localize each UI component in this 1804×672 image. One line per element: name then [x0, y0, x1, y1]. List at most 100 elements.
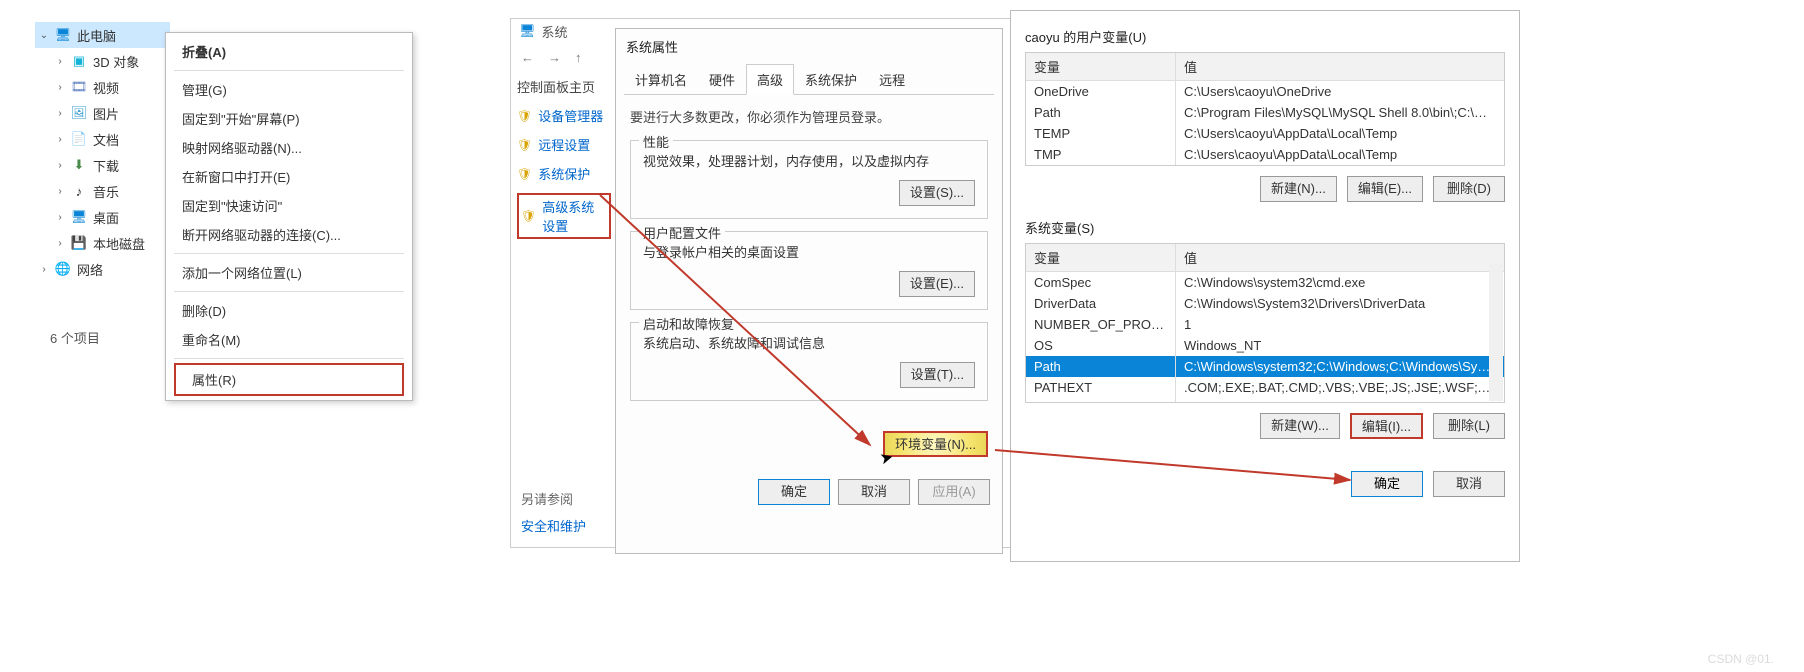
shield-icon: 🛡 — [517, 109, 532, 123]
menu-item[interactable]: 管理(G) — [166, 75, 412, 104]
sys-vars-header: 系统变量(S) — [1025, 218, 1505, 237]
menu-item[interactable]: 断开网络驱动器的连接(C)... — [166, 220, 412, 249]
back-icon[interactable]: ← — [521, 50, 534, 65]
system-link[interactable]: 🛡系统保护 — [517, 164, 611, 183]
system-link[interactable]: 🛡高级系统设置 — [517, 193, 611, 239]
tab-1[interactable]: 硬件 — [698, 64, 746, 95]
tree-item-pc[interactable]: ⌄🖥此电脑 — [35, 22, 170, 48]
admin-note: 要进行大多数更改，你必须作为管理员登录。 — [630, 107, 988, 126]
menu-item[interactable]: 删除(D) — [166, 296, 412, 325]
col-variable: 变量 — [1026, 53, 1176, 80]
vid-icon: 🎞 — [71, 79, 87, 95]
sysprop-apply-button[interactable]: 应用(A) — [918, 479, 990, 505]
tree-label: 网络 — [77, 260, 103, 279]
menu-item[interactable]: 映射网络驱动器(N)... — [166, 133, 412, 162]
desk-icon: 🖥 — [71, 209, 87, 225]
col-value: 值 — [1176, 53, 1504, 80]
system-link[interactable]: 🛡设备管理器 — [517, 106, 611, 125]
user-vars-header: caoyu 的用户变量(U) — [1025, 27, 1505, 46]
user-new-button[interactable]: 新建(N)... — [1260, 176, 1337, 202]
user-edit-button[interactable]: 编辑(E)... — [1347, 176, 1423, 202]
tree-item-mus[interactable]: ›♪音乐 — [35, 178, 170, 204]
var-row[interactable]: PathC:\Program Files\MySQL\MySQL Shell 8… — [1026, 102, 1504, 123]
pc-icon: 🖥 — [519, 23, 536, 39]
chevron-icon[interactable]: › — [55, 56, 65, 67]
up-icon[interactable]: ↑ — [575, 50, 582, 65]
chevron-icon[interactable]: › — [55, 160, 65, 171]
forward-icon[interactable]: → — [548, 50, 561, 65]
3d-icon: ▣ — [71, 53, 87, 69]
chevron-icon[interactable]: › — [55, 238, 65, 249]
tree-item-disk[interactable]: ›💾本地磁盘 — [35, 230, 170, 256]
settings-button[interactable]: 设置(S)... — [899, 180, 975, 206]
group-desc: 视觉效果，处理器计划，内存使用，以及虚拟内存 — [643, 151, 975, 170]
security-maintenance-link[interactable]: 安全和维护 — [521, 516, 586, 535]
system-window-title: 系统 — [542, 22, 568, 41]
var-row[interactable]: PATHEXT.COM;.EXE;.BAT;.CMD;.VBS;.VBE;.JS… — [1026, 377, 1504, 398]
mus-icon: ♪ — [71, 183, 87, 199]
tree-label: 此电脑 — [77, 26, 116, 45]
user-delete-button[interactable]: 删除(D) — [1433, 176, 1505, 202]
menu-item[interactable]: 属性(R) — [174, 363, 404, 396]
sys-new-button[interactable]: 新建(W)... — [1260, 413, 1340, 439]
sys-delete-button[interactable]: 删除(L) — [1433, 413, 1505, 439]
col-value: 值 — [1176, 244, 1504, 271]
tree-item-net[interactable]: ›🌐网络 — [35, 256, 170, 282]
menu-item[interactable]: 在新窗口中打开(E) — [166, 162, 412, 191]
menu-item[interactable]: 添加一个网络位置(L) — [166, 258, 412, 287]
tab-4[interactable]: 远程 — [868, 64, 916, 95]
settings-button[interactable]: 设置(T)... — [900, 362, 975, 388]
scrollbar[interactable] — [1489, 264, 1503, 401]
user-vars-grid[interactable]: 变量值 OneDriveC:\Users\caoyu\OneDrivePathC… — [1025, 52, 1505, 166]
env-ok-button[interactable]: 确定 — [1351, 471, 1423, 497]
var-row[interactable]: OneDriveC:\Users\caoyu\OneDrive — [1026, 81, 1504, 102]
var-row[interactable]: TEMPC:\Users\caoyu\AppData\Local\Temp — [1026, 123, 1504, 144]
env-cancel-button[interactable]: 取消 — [1433, 471, 1505, 497]
sys-edit-button[interactable]: 编辑(I)... — [1350, 413, 1423, 439]
var-row[interactable]: OSWindows_NT — [1026, 335, 1504, 356]
tree-item-dl[interactable]: ›⬇下载 — [35, 152, 170, 178]
group-性能: 性能视觉效果，处理器计划，内存使用，以及虚拟内存设置(S)... — [630, 140, 988, 219]
var-row[interactable]: NUMBER_OF_PROCESSORS1 — [1026, 314, 1504, 335]
menu-item[interactable]: 重命名(M) — [166, 325, 412, 354]
chevron-icon[interactable]: › — [55, 212, 65, 223]
col-variable: 变量 — [1026, 244, 1176, 271]
chevron-icon[interactable]: › — [39, 264, 49, 275]
sys-vars-grid[interactable]: 变量值 ComSpecC:\Windows\system32\cmd.exeDr… — [1025, 243, 1505, 403]
var-row[interactable]: TMPC:\Users\caoyu\AppData\Local\Temp — [1026, 144, 1504, 165]
tree-item-vid[interactable]: ›🎞视频 — [35, 74, 170, 100]
tree-item-pic[interactable]: ›🖼图片 — [35, 100, 170, 126]
menu-item[interactable]: 固定到"开始"屏幕(P) — [166, 104, 412, 133]
system-link[interactable]: 🛡远程设置 — [517, 135, 611, 154]
tree-label: 本地磁盘 — [93, 234, 145, 253]
chevron-icon[interactable]: › — [55, 82, 65, 93]
var-row[interactable]: DriverDataC:\Windows\System32\Drivers\Dr… — [1026, 293, 1504, 314]
env-variables-dialog: caoyu 的用户变量(U) 变量值 OneDriveC:\Users\caoy… — [1010, 10, 1520, 562]
tab-3[interactable]: 系统保护 — [794, 64, 868, 95]
tab-0[interactable]: 计算机名 — [624, 64, 698, 95]
environment-variables-button[interactable]: 环境变量(N)... — [883, 431, 988, 457]
tab-2[interactable]: 高级 — [746, 64, 794, 95]
tree-label: 文档 — [93, 130, 119, 149]
group-desc: 系统启动、系统故障和调试信息 — [643, 333, 975, 352]
explorer-status: 6 个项目 — [50, 328, 100, 347]
tree-item-3d[interactable]: ›▣3D 对象 — [35, 48, 170, 74]
sysprop-title: 系统属性 — [616, 29, 1002, 64]
tree-item-doc[interactable]: ›📄文档 — [35, 126, 170, 152]
tree-label: 桌面 — [93, 208, 119, 227]
tree-item-desk[interactable]: › 🖥 桌面 — [35, 204, 170, 230]
sysprop-ok-button[interactable]: 确定 — [758, 479, 830, 505]
var-row[interactable]: ComSpecC:\Windows\system32\cmd.exe — [1026, 272, 1504, 293]
menu-item[interactable]: 固定到"快速访问" — [166, 191, 412, 220]
var-row[interactable]: PROCESSOR_ARCHITECT...AMD64 — [1026, 398, 1504, 403]
sysprop-cancel-button[interactable]: 取消 — [838, 479, 910, 505]
chevron-icon[interactable]: › — [55, 134, 65, 145]
shield-icon: 🛡 — [521, 209, 536, 223]
chevron-icon[interactable]: › — [55, 108, 65, 119]
chevron-icon[interactable]: › — [55, 186, 65, 197]
menu-item[interactable]: 折叠(A) — [166, 37, 412, 66]
settings-button[interactable]: 设置(E)... — [899, 271, 975, 297]
var-row[interactable]: PathC:\Windows\system32;C:\Windows;C:\Wi… — [1026, 356, 1504, 377]
context-menu: 折叠(A) 管理(G)固定到"开始"屏幕(P)映射网络驱动器(N)...在新窗口中… — [165, 32, 413, 401]
chevron-icon[interactable]: ⌄ — [39, 30, 49, 41]
